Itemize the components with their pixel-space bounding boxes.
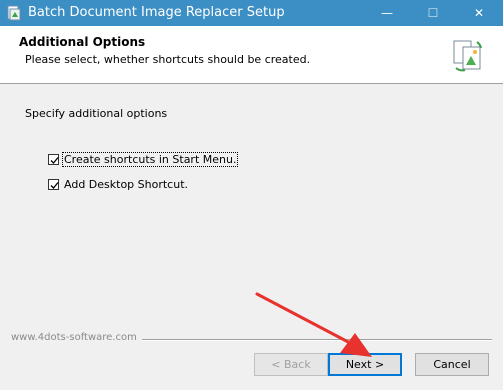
close-button[interactable]: ✕: [456, 0, 502, 26]
app-icon: [7, 5, 21, 21]
maximize-icon: ☐: [427, 6, 439, 20]
desktop-shortcut-label[interactable]: Add Desktop Shortcut.: [63, 178, 189, 191]
cancel-button[interactable]: Cancel: [415, 353, 489, 376]
start-menu-shortcut-checkbox[interactable]: [48, 153, 59, 165]
desktop-shortcut-checkbox[interactable]: [48, 178, 59, 190]
instruction-text: Specify additional options: [25, 107, 168, 120]
document-replace-icon: [453, 40, 482, 72]
start-menu-shortcut-option[interactable]: Create shortcuts in Start Menu.: [48, 151, 239, 167]
window-title: Batch Document Image Replacer Setup: [28, 5, 285, 20]
start-menu-shortcut-label[interactable]: Create shortcuts in Start Menu.: [61, 151, 239, 167]
title-bar: Batch Document Image Replacer Setup — ☐ …: [0, 0, 503, 26]
page-title: Additional Options: [19, 35, 146, 49]
checkmark-icon: [50, 181, 59, 189]
desktop-shortcut-option[interactable]: Add Desktop Shortcut.: [48, 176, 189, 192]
next-button[interactable]: Next >: [328, 353, 402, 376]
minimize-icon: —: [381, 6, 393, 20]
maximize-button: ☐: [410, 0, 456, 26]
close-icon: ✕: [473, 6, 485, 20]
footer-divider: [142, 339, 492, 341]
back-button: < Back: [254, 353, 328, 376]
minimize-button[interactable]: —: [364, 0, 410, 26]
wizard-header: Additional Options Please select, whethe…: [0, 26, 503, 84]
page-subtitle: Please select, whether shortcuts should …: [25, 53, 311, 66]
checkmark-icon: [50, 156, 59, 164]
vendor-watermark: www.4dots-software.com: [11, 332, 137, 343]
